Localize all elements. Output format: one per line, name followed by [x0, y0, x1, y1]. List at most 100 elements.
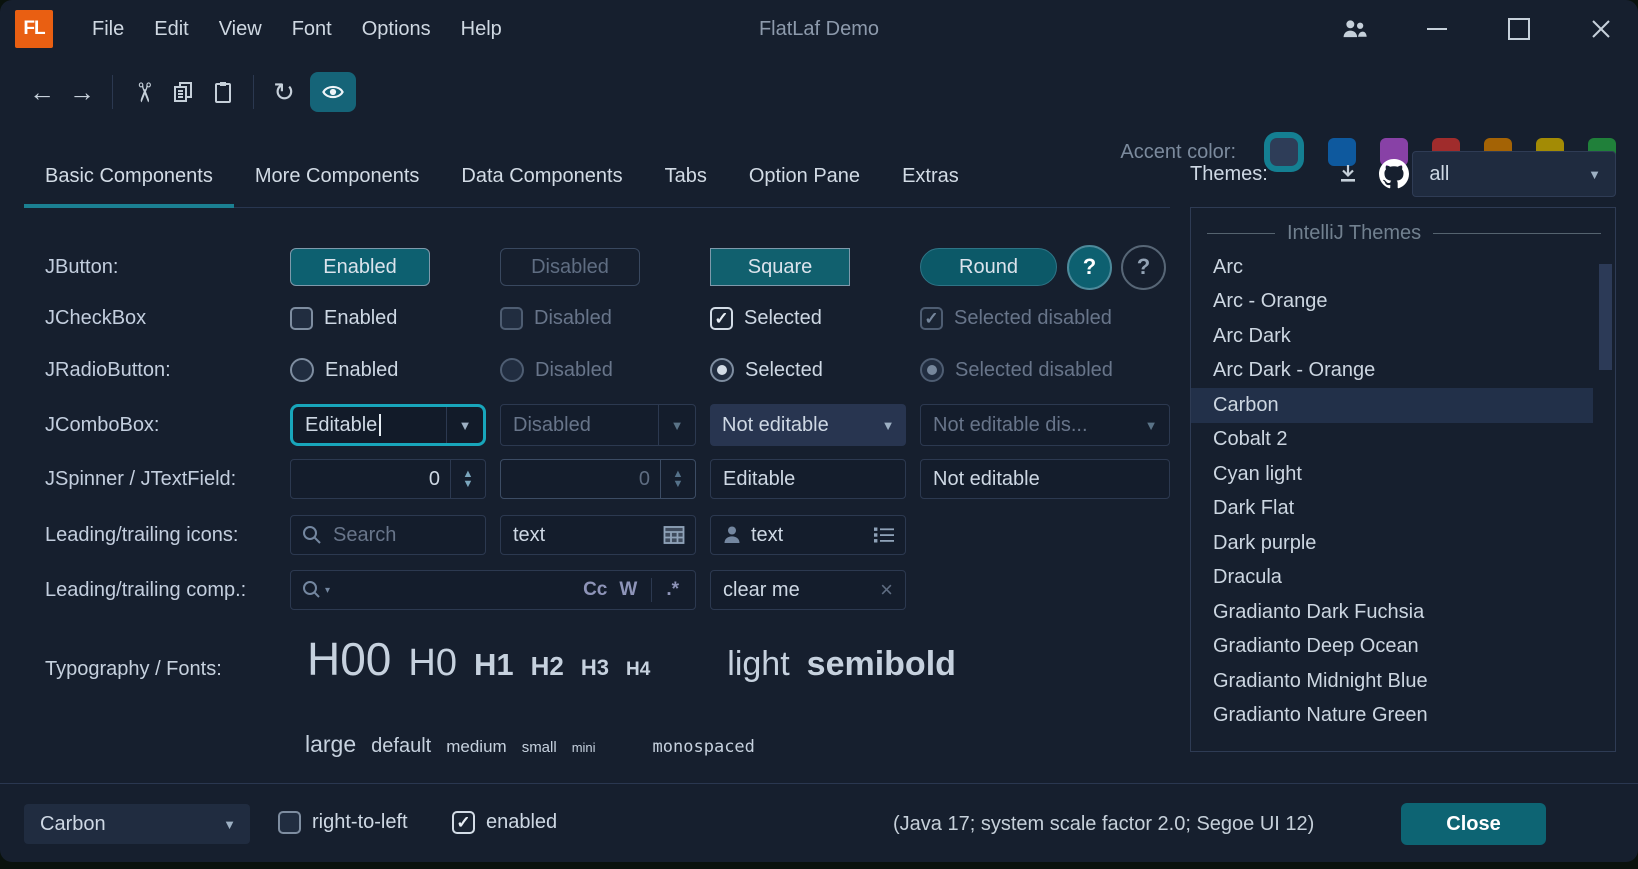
radio-label: Enabled	[325, 359, 398, 382]
checkbox-selected[interactable]: ✓Selected	[710, 307, 906, 330]
clearable-field[interactable]: clear me ×	[710, 570, 906, 610]
textfield-value: text	[743, 524, 783, 547]
theme-item[interactable]: Gradianto Midnight Blue	[1191, 664, 1615, 699]
match-case-button[interactable]: Cc	[577, 579, 613, 601]
paste-button[interactable]	[203, 72, 243, 112]
checkbox-label: Selected	[744, 307, 822, 330]
toolbar: ← → ✂ ↻ Accent color:	[0, 60, 1638, 124]
theme-item[interactable]: Arc	[1191, 250, 1615, 285]
typography-h3: H3	[581, 655, 609, 681]
themes-scrollbar[interactable]	[1599, 264, 1612, 370]
radio-selected-icon	[920, 358, 944, 382]
theme-item[interactable]: Gradianto Dark Fuchsia	[1191, 595, 1615, 630]
theme-item-selected[interactable]: Carbon	[1191, 388, 1593, 423]
download-themes-button[interactable]	[1330, 155, 1366, 193]
menu-help[interactable]: Help	[446, 10, 517, 49]
textfield-editable[interactable]: Editable	[710, 459, 906, 499]
combobox-value: Not editable	[710, 414, 829, 437]
github-button[interactable]	[1376, 155, 1412, 193]
theme-item[interactable]: Dark purple	[1191, 526, 1615, 561]
enabled-checkbox[interactable]: ✓ enabled	[452, 811, 557, 834]
show-hidden-toggle[interactable]	[310, 72, 356, 112]
tab-option-pane[interactable]: Option Pane	[728, 145, 881, 207]
close-window-button[interactable]	[1586, 14, 1616, 44]
search-field-with-buttons[interactable]: ▾ Cc W .*	[290, 570, 696, 610]
chevron-down-icon: ▾	[325, 585, 330, 596]
refresh-button[interactable]: ↻	[264, 72, 304, 112]
themes-list-panel: IntelliJ Themes Arc Arc - Orange Arc Dar…	[1190, 207, 1616, 752]
users-icon[interactable]	[1340, 14, 1370, 44]
clear-icon[interactable]: ×	[880, 577, 893, 603]
theme-item[interactable]: Arc Dark	[1191, 319, 1615, 354]
menu-edit[interactable]: Edit	[139, 10, 203, 49]
typography-h00: H00	[307, 632, 391, 686]
tab-basic-components[interactable]: Basic Components	[24, 145, 234, 207]
search-field[interactable]: Search	[290, 515, 486, 555]
radio-selected-icon	[710, 358, 734, 382]
radio-selected[interactable]: Selected	[710, 358, 906, 382]
theme-item[interactable]: Gradianto Nature Green	[1191, 699, 1615, 734]
back-button[interactable]: ←	[22, 72, 62, 112]
menu-view[interactable]: View	[204, 10, 277, 49]
theme-item[interactable]: Dark Flat	[1191, 492, 1615, 527]
spinner-enabled[interactable]: 0 ▲▼	[290, 459, 486, 499]
copy-button[interactable]	[163, 72, 203, 112]
combobox-not-editable-disabled: Not editable dis... ▼	[920, 404, 1170, 446]
chevron-down-icon: ▼	[671, 418, 684, 433]
search-with-menu-icon[interactable]	[301, 579, 323, 601]
regex-button[interactable]: .*	[660, 579, 685, 601]
menu-options[interactable]: Options	[347, 10, 446, 49]
round-button[interactable]: Round	[920, 248, 1057, 286]
typography-h2: H2	[531, 651, 564, 682]
cut-button[interactable]: ✂	[123, 72, 163, 112]
enabled-button[interactable]: Enabled	[290, 248, 430, 286]
text-field-user[interactable]: text	[710, 515, 906, 555]
themes-filter-combobox[interactable]: all ▼	[1412, 151, 1616, 197]
checkbox-selected-disabled: ✓Selected disabled	[920, 307, 1170, 330]
theme-item[interactable]: Cobalt 2	[1191, 423, 1615, 458]
theme-item[interactable]: Gradianto Deep Ocean	[1191, 630, 1615, 665]
menubar: File Edit View Font Options Help	[77, 10, 517, 49]
checkbox-checked-icon: ✓	[920, 307, 943, 330]
theme-item[interactable]: Dracula	[1191, 561, 1615, 596]
list-icon[interactable]	[873, 525, 895, 545]
maximize-button[interactable]	[1504, 14, 1534, 44]
help-button-filled[interactable]: ?	[1067, 245, 1112, 290]
theme-item[interactable]: Arc Dark - Orange	[1191, 354, 1615, 389]
right-to-left-checkbox[interactable]: right-to-left	[278, 811, 408, 834]
combobox-editable[interactable]: Editable ▼	[290, 404, 486, 446]
square-button[interactable]: Square	[710, 248, 850, 286]
textfield-not-editable: Not editable	[920, 459, 1170, 499]
help-button-outline[interactable]: ?	[1121, 245, 1166, 290]
radio-enabled[interactable]: Enabled	[290, 358, 486, 382]
text-field-table[interactable]: text	[500, 515, 696, 555]
jbutton-label: JButton:	[45, 256, 290, 279]
spinner-arrows[interactable]: ▲▼	[450, 460, 485, 498]
typography-light: light	[727, 645, 789, 684]
theme-combobox[interactable]: Carbon ▼	[24, 804, 250, 844]
search-placeholder: Search	[323, 524, 396, 547]
typography-h4: H4	[626, 659, 650, 681]
github-icon	[1379, 159, 1409, 189]
tab-extras[interactable]: Extras	[881, 145, 980, 207]
minimize-button[interactable]	[1422, 14, 1452, 44]
textfield-value: Not editable	[921, 468, 1040, 491]
chevron-down-icon: ▼	[882, 418, 895, 433]
leading-comps-label: Leading/trailing comp.:	[45, 579, 290, 602]
table-icon[interactable]	[663, 525, 685, 545]
close-button[interactable]: Close	[1401, 803, 1546, 845]
combobox-not-editable[interactable]: Not editable ▼	[710, 404, 906, 446]
tab-tabs[interactable]: Tabs	[644, 145, 728, 207]
checkbox-enabled[interactable]: Enabled	[290, 307, 486, 330]
tab-more-components[interactable]: More Components	[234, 145, 441, 207]
forward-button[interactable]: →	[62, 72, 102, 112]
combobox-value: Editable	[293, 414, 377, 437]
theme-item[interactable]: Cyan light	[1191, 457, 1615, 492]
whole-word-button[interactable]: W	[613, 579, 643, 601]
checkbox-checked-icon: ✓	[452, 811, 475, 834]
tab-data-components[interactable]: Data Components	[440, 145, 643, 207]
theme-item[interactable]: Arc - Orange	[1191, 285, 1615, 320]
menu-font[interactable]: Font	[277, 10, 347, 49]
user-icon	[721, 524, 743, 546]
menu-file[interactable]: File	[77, 10, 139, 49]
